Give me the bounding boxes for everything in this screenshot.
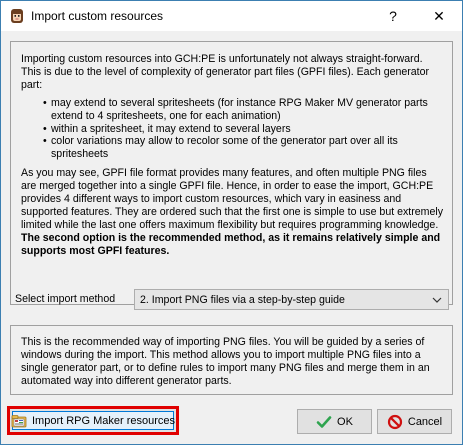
import-dialog: Import custom resources ? ✕ Importing cu… (0, 0, 463, 445)
method-description: This is the recommended way of importing… (21, 336, 430, 387)
feature-list: may extend to several spritesheets (for … (43, 97, 444, 162)
feature-item: may extend to several spritesheets (for … (43, 97, 444, 123)
feature-item: within a spritesheet, it may extend to s… (43, 123, 444, 136)
no-sign-icon (387, 414, 402, 429)
import-method-label: Select import method (15, 293, 116, 305)
ok-label: OK (337, 415, 353, 428)
cancel-button[interactable]: Cancel (377, 409, 452, 434)
import-rpg-maker-button[interactable]: Import RPG Maker resources (7, 406, 179, 435)
folder-import-icon (11, 414, 27, 427)
feature-item: color variations may allow to recolor so… (43, 135, 444, 161)
help-button[interactable]: ? (370, 1, 416, 31)
title-bar[interactable]: Import custom resources ? ✕ (1, 1, 462, 31)
dialog-body: Importing custom resources into GCH:PE i… (1, 31, 462, 444)
import-rpg-maker-button-face: Import RPG Maker resources (11, 411, 176, 430)
ok-button[interactable]: OK (297, 409, 372, 434)
chevron-down-icon (432, 297, 442, 303)
intro-panel: Importing custom resources into GCH:PE i… (10, 41, 453, 305)
character-face-icon (11, 9, 23, 23)
intro-text: Importing custom resources into GCH:PE i… (21, 53, 444, 258)
import-method-selected-value: 2. Import PNG files via a step-by-step g… (140, 294, 345, 306)
import-method-row: Select import method 2. Import PNG files… (10, 289, 453, 311)
checkmark-icon (316, 415, 332, 428)
import-method-select[interactable]: 2. Import PNG files via a step-by-step g… (134, 289, 449, 310)
cancel-label: Cancel (407, 415, 443, 428)
recommendation-text: The second option is the recommended met… (21, 231, 441, 257)
method-description-panel: This is the recommended way of importing… (10, 325, 453, 395)
intro-paragraph-1: Importing custom resources into GCH:PE i… (21, 53, 430, 91)
intro-paragraph-2-text: As you may see, GPFI file format provide… (21, 167, 444, 231)
intro-paragraph-2: As you may see, GPFI file format provide… (21, 167, 444, 257)
import-rpg-maker-label: Import RPG Maker resources (31, 414, 176, 427)
window-title: Import custom resources (31, 9, 164, 23)
close-button[interactable]: ✕ (416, 1, 462, 31)
